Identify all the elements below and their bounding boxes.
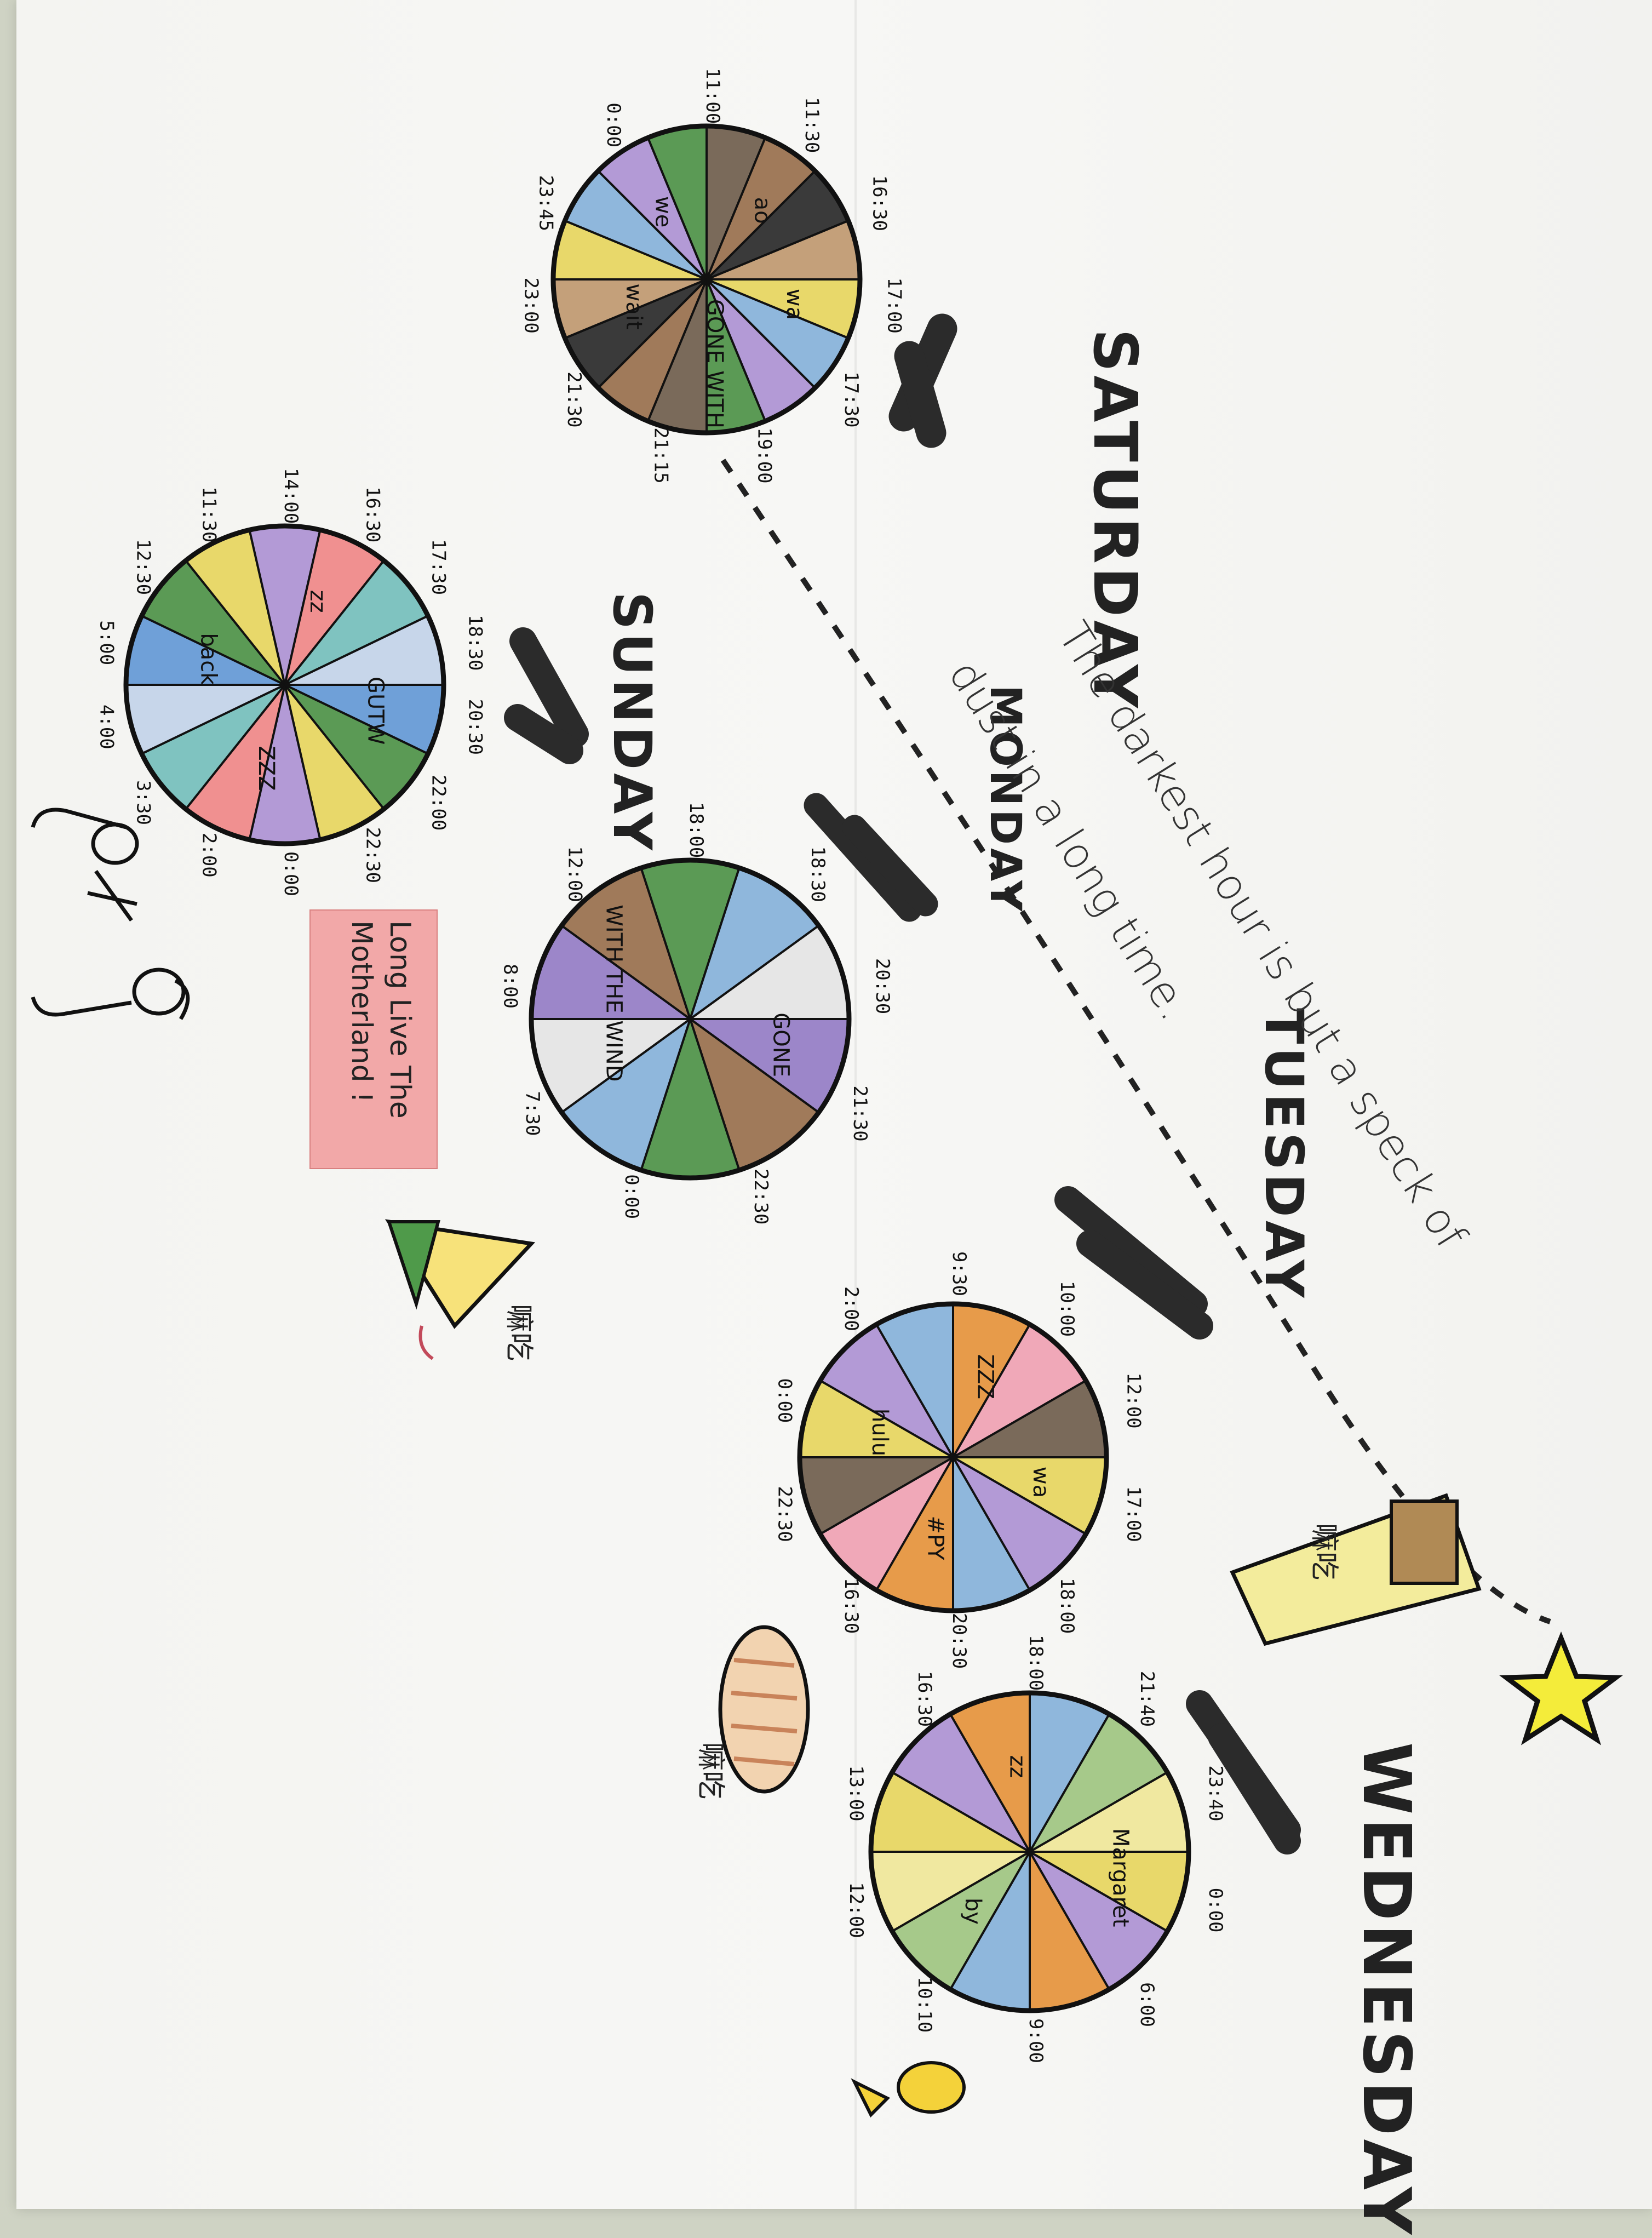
label-sunday: SUNDAY — [601, 592, 663, 854]
wheel-segment-text: by — [960, 1898, 985, 1925]
wheel-time-label: 12:00 — [845, 1882, 867, 1938]
wheel-time-label: 16:30 — [362, 486, 384, 542]
wheel-time-label: 17:00 — [1123, 1486, 1145, 1542]
arrow-sunday — [504, 627, 589, 764]
wheel-time-label: 16:30 — [914, 1671, 936, 1727]
wheel-time-label: 16:30 — [840, 1578, 862, 1634]
wheel-time-label: 2:00 — [840, 1286, 862, 1331]
wheel-segment-text: GONE WITH — [702, 299, 727, 428]
wheel-segment-text: wait — [621, 284, 646, 330]
wheel-time-label: 9:30 — [948, 1251, 970, 1296]
monday-snack-label: 嘛吃 — [502, 1304, 535, 1361]
wednesday-snack-label: 嘛吃 — [694, 1742, 727, 1799]
wheel-time-label: 14:00 — [280, 468, 302, 524]
sign-line-1: Long Live The — [383, 920, 416, 1119]
sunday-pie-wheel: GUTW ZZZ back zz 14:00 16:30 17:30 18:30 20:30 22… — [96, 468, 486, 896]
wheel-time-label: 3:30 — [132, 780, 154, 825]
wheel-time-label: 12:00 — [564, 846, 586, 902]
label-wednesday: WEDNESDAY — [1348, 1742, 1424, 2238]
wheel-time-label: 10:00 — [1056, 1281, 1078, 1337]
wheel-time-label: 11:00 — [702, 68, 724, 124]
sign-line-2: Motherland ! — [345, 920, 378, 1103]
wheel-time-label: 0:00 — [603, 102, 624, 147]
wheel-segment-text: ZZZ — [254, 746, 279, 791]
tuesday-pie-wheel: wa #PY hulu ZZZ 9:30 10:00 12:00 17:00 18:00 20:3… — [773, 1251, 1144, 1669]
arrow-monday — [804, 793, 938, 922]
wheel-time-label: 21:30 — [563, 371, 585, 427]
wheel-segment-text: ZZZ — [973, 1354, 998, 1399]
wheel-time-label: 21:30 — [849, 1085, 871, 1141]
wheel-time-label: 18:30 — [807, 846, 829, 902]
monday-pie-wheel: GONE WITH THE WIND 18:00 18:30 20:30 21:30 22:… — [499, 802, 893, 1225]
wheel-time-label: 19:00 — [753, 427, 775, 483]
tuesday-snack-label: 嘛吃 — [1307, 1523, 1340, 1580]
wheel-segment-text: we — [651, 196, 676, 227]
wheel-time-label: 17:30 — [840, 371, 862, 427]
wheel-time-label: 20:30 — [464, 699, 486, 755]
wheel-segment-text: hulu — [867, 1409, 892, 1456]
wheel-time-label: 17:30 — [428, 539, 450, 595]
arrow-saturday — [888, 313, 957, 448]
wheel-time-label: 20:30 — [948, 1613, 970, 1669]
wheel-segment-text: WITH THE WIND — [601, 905, 627, 1081]
wheel-time-label: 0:00 — [773, 1378, 795, 1423]
money-bag-icon — [897, 2061, 966, 2114]
wheel-segment-text: ao — [750, 197, 775, 224]
wheel-time-label: 21:15 — [650, 427, 672, 483]
wheel-segment-text: back — [196, 633, 221, 685]
wheel-time-label: 23:00 — [520, 277, 542, 333]
wheel-time-label: 6:00 — [1136, 1982, 1158, 2027]
wheel-time-label: 0:00 — [1204, 1888, 1226, 1933]
wheel-time-label: 18:30 — [464, 615, 486, 671]
wheel-time-label: 8:00 — [499, 964, 521, 1009]
wheel-time-label: 10:10 — [914, 1977, 936, 2033]
wheel-time-label: 7:30 — [521, 1091, 543, 1136]
wheel-time-label: 23:40 — [1204, 1765, 1226, 1821]
wheel-time-label: 5:00 — [96, 620, 118, 665]
wheel-time-label: 17:00 — [884, 277, 905, 333]
takeaway-bag-icon — [1230, 1493, 1482, 1646]
wheel-segment-text: Margaret — [1108, 1828, 1133, 1927]
wheel-segment-text: wa — [782, 289, 807, 320]
wheel-time-label: 22:30 — [750, 1169, 772, 1224]
wheel-time-label: 20:30 — [871, 958, 893, 1014]
wheel-time-label: 0:00 — [621, 1174, 643, 1219]
wheel-time-label: 21:40 — [1136, 1671, 1158, 1727]
microphone-icon — [851, 2078, 891, 2118]
wheel-time-label: 18:00 — [1056, 1578, 1078, 1634]
wheel-segment-text: wa — [1028, 1467, 1053, 1498]
wheel-time-label: 11:30 — [198, 486, 220, 542]
wheel-time-label: 18:00 — [685, 802, 707, 858]
wheel-segment-text: GUTW — [363, 677, 388, 745]
wheel-time-label: 11:30 — [801, 97, 823, 153]
wheel-time-label: 4:00 — [96, 705, 118, 749]
wheel-segment-text: #PY — [922, 1516, 948, 1561]
wheel-time-label: 9:00 — [1025, 2018, 1047, 2063]
wheel-time-label: 2:00 — [198, 833, 220, 878]
wheel-time-label: 22:30 — [362, 827, 384, 883]
saturday-pie-wheel: wa GONE WITH wait we ao 11:00 11:30 16:30 17:00 1… — [520, 68, 905, 484]
wheel-time-label: 16:30 — [869, 175, 891, 231]
star-icon — [1499, 1631, 1623, 1745]
wheel-segment-text: zz — [1005, 1755, 1030, 1778]
wheel-segment-text: GONE — [768, 1012, 793, 1077]
wheel-segment-text: zz — [305, 590, 330, 613]
wheel-time-label: 23:45 — [535, 175, 557, 231]
wheel-time-label: 0:00 — [280, 851, 302, 896]
headphones-icon — [31, 808, 190, 1020]
arrow-tuesday — [1054, 1186, 1213, 1340]
wheel-time-label: 18:00 — [1025, 1635, 1047, 1691]
bread-icon — [718, 1625, 810, 1794]
wheel-time-label: 22:00 — [428, 775, 450, 831]
wheel-time-label: 12:00 — [1123, 1372, 1145, 1428]
wheel-time-label: 13:00 — [845, 1765, 867, 1821]
wheel-time-label: 12:30 — [132, 539, 154, 595]
wheel-time-label: 22:30 — [773, 1486, 795, 1542]
wednesday-pie-wheel: Margaret by zz 18:00 21:40 23:40 0:00 6:00 9:00 1… — [845, 1635, 1226, 2063]
